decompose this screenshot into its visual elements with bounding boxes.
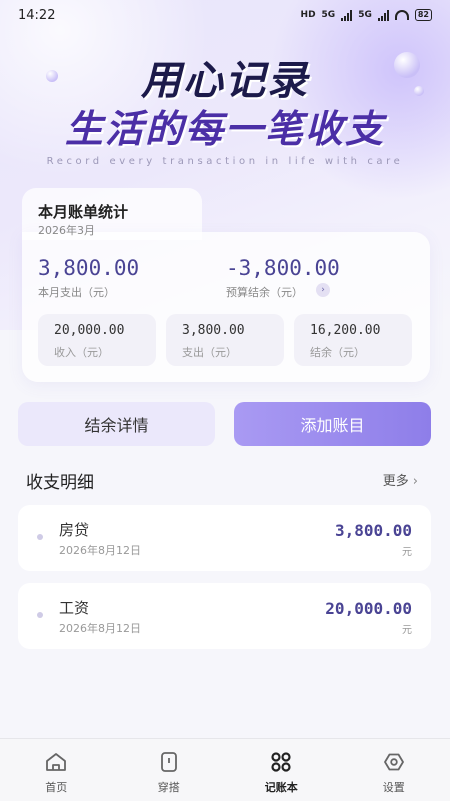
expense-box: 3,800.00 支出（元） [166,314,284,366]
transaction-unit: 元 [402,543,412,558]
transaction-name: 工资 [59,597,89,618]
expense-label: 支出（元） [182,344,237,360]
hd-icon: HD [301,10,316,20]
signal-icon [378,10,389,21]
transactions-title: 收支明细 [26,468,94,493]
home-icon [43,749,69,775]
expense-value: 3,800.00 [182,323,245,338]
transaction-amount: 20,000.00 [325,599,412,618]
stats-date: 2026年3月 [38,222,95,238]
status-indicators: HD 5G 5G 82 [301,9,432,21]
battery-icon: 82 [415,9,432,21]
month-expense-value: 3,800.00 [38,256,139,280]
tab-home-label: 首页 [45,779,67,795]
bottom-tab-bar: 首页 穿搭 记账本 设置 [0,738,450,801]
transaction-item[interactable]: 房贷 2026年8月12日 3,800.00 元 [18,505,431,571]
ledger-icon [268,749,294,775]
transaction-amount: 3,800.00 [335,521,412,540]
month-expense-label: 本月支出（元） [38,284,115,300]
transaction-unit: 元 [402,621,412,636]
settings-icon [381,749,407,775]
transaction-date: 2026年8月12日 [59,620,141,636]
tab-outfit[interactable]: 穿搭 [113,739,226,801]
status-bar: 14:22 HD 5G 5G 82 [0,0,450,30]
slogan-line2: 生活的每一笔收支 [0,98,450,153]
transaction-item[interactable]: 工资 2026年8月12日 20,000.00 元 [18,583,431,649]
tab-ledger[interactable]: 记账本 [225,739,338,801]
wardrobe-icon [156,749,182,775]
budget-info-chevron-icon[interactable]: › [316,283,330,297]
transaction-name: 房贷 [59,519,89,540]
balance-label: 结余（元） [310,344,365,360]
balance-detail-button[interactable]: 结余详情 [18,402,215,446]
add-entry-button[interactable]: 添加账目 [234,402,431,446]
tab-settings[interactable]: 设置 [338,739,450,801]
network-label: 5G [358,10,372,20]
balance-value: 16,200.00 [310,323,380,338]
balance-box: 16,200.00 结余（元） [294,314,412,366]
income-label: 收入（元） [54,344,109,360]
bullet-icon [37,612,43,618]
more-link[interactable]: 更多 › [383,470,418,489]
budget-balance-label: 预算结余（元） [226,284,303,300]
tab-ledger-label: 记账本 [265,779,298,795]
signal-icon [341,10,352,21]
budget-balance-value: -3,800.00 [226,256,340,280]
slogan-english: Record every transaction in life with ca… [0,156,450,167]
bullet-icon [37,534,43,540]
more-label: 更多 [383,474,409,489]
transaction-date: 2026年8月12日 [59,542,141,558]
wifi-icon [395,10,409,20]
network-label: 5G [322,10,336,20]
tab-outfit-label: 穿搭 [158,779,180,795]
chevron-right-icon: › [413,474,418,489]
income-box: 20,000.00 收入（元） [38,314,156,366]
tab-settings-label: 设置 [383,779,405,795]
status-time: 14:22 [18,8,55,23]
stats-title: 本月账单统计 [38,201,128,222]
tab-home[interactable]: 首页 [0,739,113,801]
income-value: 20,000.00 [54,323,124,338]
